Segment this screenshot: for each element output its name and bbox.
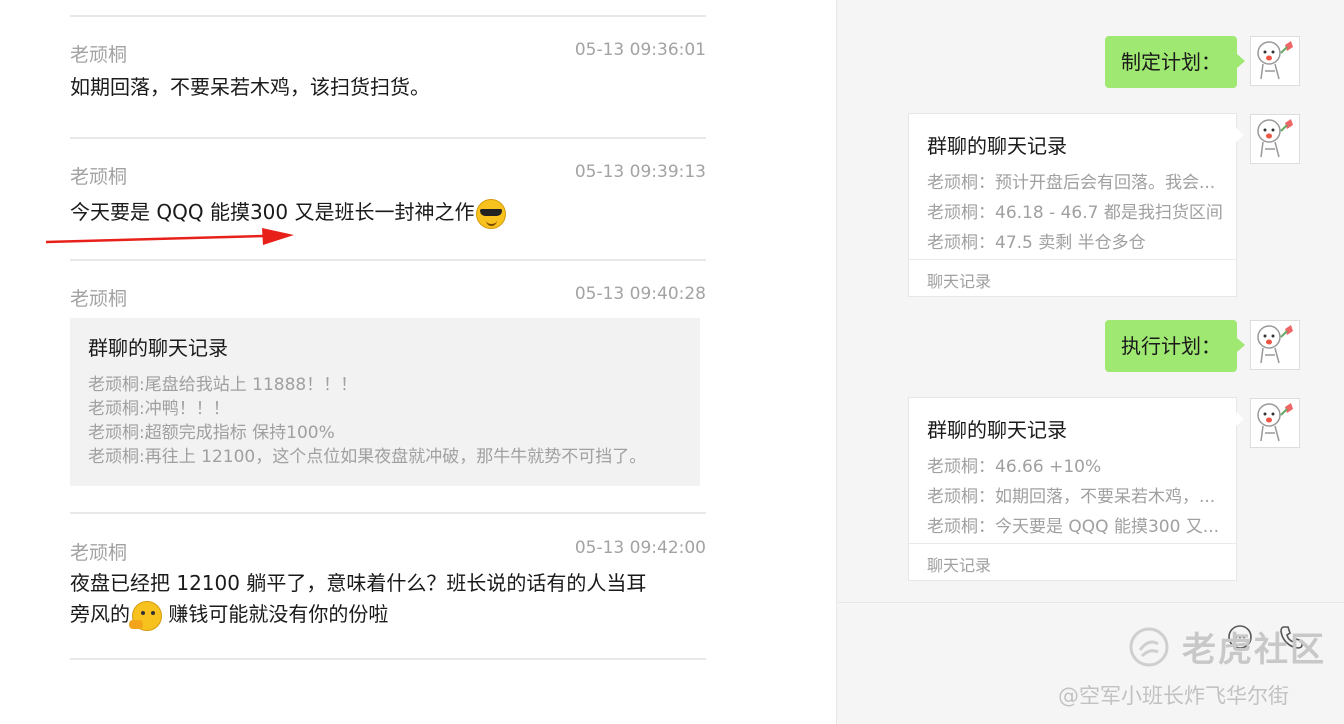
chat-bubble-execute[interactable]: 执行计划： xyxy=(1105,320,1245,372)
chat-history-panel: 老顽桐 05-13 09:36:01 如期回落，不要呆若木鸡，该扫货扫货。 老顽… xyxy=(0,0,836,724)
message-text: 赚钱可能就没有你的份啦 xyxy=(162,602,389,626)
forwarded-line: 老顽桐:冲鸭！！！ xyxy=(88,399,230,419)
message-item[interactable]: 老顽桐 05-13 09:42:00 夜盘已经把 12100 躺平了，意味着什么… xyxy=(70,538,706,638)
card-line: 老顽桐：如期回落，不要呆若木鸡，... xyxy=(927,487,1216,507)
sunglasses-emoji-icon xyxy=(476,198,507,229)
cartoon-avatar-icon xyxy=(1257,41,1293,80)
avatar[interactable] xyxy=(1250,398,1300,448)
message-time: 05-13 09:42:00 xyxy=(574,538,706,558)
card-line: 老顽桐：46.66 +10% xyxy=(927,457,1102,477)
watermark-brand: 老虎社区 xyxy=(1182,630,1326,670)
divider xyxy=(70,512,706,514)
message-item[interactable]: 老顽桐 05-13 09:36:01 如期回落，不要呆若木鸡，该扫货扫货。 xyxy=(70,40,706,110)
message-time: 05-13 09:39:13 xyxy=(574,162,706,182)
card-title: 群聊的聊天记录 xyxy=(927,418,1067,442)
forwarded-chat-record[interactable]: 群聊的聊天记录 老顽桐:尾盘给我站上 11888！！！ 老顽桐:冲鸭！！！ 老顽… xyxy=(70,318,700,486)
message-time: 05-13 09:40:28 xyxy=(574,284,706,304)
card-footer: 聊天记录 xyxy=(909,543,1236,580)
message-text: 夜盘已经把 12100 躺平了，意味着什么？班长说的话有的人当耳 xyxy=(70,571,647,595)
divider xyxy=(70,259,706,261)
forwarded-line: 老顽桐:再往上 12100，这个点位如果夜盘就冲破，那牛牛就势不可挡了。 xyxy=(88,447,647,467)
sender-name: 老顽桐 xyxy=(70,44,128,66)
message-text-row: 旁风的 赚钱可能就没有你的份啦 xyxy=(70,599,388,631)
forwarded-line: 老顽桐:超额完成指标 保持100% xyxy=(88,423,335,443)
divider xyxy=(70,15,706,17)
card-line: 老顽桐：46.18 - 46.7 都是我扫货区间 xyxy=(927,203,1223,223)
tiger-community-logo-icon xyxy=(1129,627,1169,667)
card-title: 群聊的聊天记录 xyxy=(927,134,1067,158)
card-line: 老顽桐：47.5 卖剩 半仓多仓 xyxy=(927,233,1146,253)
card-line: 老顽桐：今天要是 QQQ 能摸300 又... xyxy=(927,517,1220,537)
divider xyxy=(70,137,706,139)
card-footer: 聊天记录 xyxy=(909,259,1236,296)
divider xyxy=(70,658,706,660)
message-text: 如期回落，不要呆若木鸡，该扫货扫货。 xyxy=(70,75,430,99)
red-arrow-icon xyxy=(45,228,294,245)
avatar[interactable] xyxy=(1250,320,1300,370)
card-line: 老顽桐：预计开盘后会有回落。我会... xyxy=(927,173,1216,193)
cartoon-avatar-icon xyxy=(1257,119,1293,158)
sender-name: 老顽桐 xyxy=(70,288,128,310)
card-footer-label: 聊天记录 xyxy=(927,272,992,291)
input-area-divider xyxy=(838,602,1344,603)
card-footer-label: 聊天记录 xyxy=(927,556,992,575)
message-text-row: 今天要是 QQQ 能摸300 又是班长一封神之作 xyxy=(70,197,507,229)
message-item[interactable]: 老顽桐 05-13 09:40:28 xyxy=(70,284,706,314)
message-text: 今天要是 QQQ 能摸300 又是班长一封神之作 xyxy=(70,200,475,224)
chat-bubble-plan[interactable]: 制定计划： xyxy=(1105,36,1245,88)
message-text: 旁风的 xyxy=(70,602,130,626)
sender-name: 老顽桐 xyxy=(70,166,128,188)
thinking-emoji-icon xyxy=(129,600,162,631)
cartoon-avatar-icon xyxy=(1257,403,1293,442)
chat-record-card[interactable]: 群聊的聊天记录 老顽桐：预计开盘后会有回落。我会... 老顽桐：46.18 - … xyxy=(908,113,1244,297)
avatar[interactable] xyxy=(1250,36,1300,86)
chat-record-card[interactable]: 群聊的聊天记录 老顽桐：46.66 +10% 老顽桐：如期回落，不要呆若木鸡，.… xyxy=(908,397,1244,581)
sender-name: 老顽桐 xyxy=(70,542,128,564)
forwarded-title: 群聊的聊天记录 xyxy=(88,336,228,360)
message-time: 05-13 09:36:01 xyxy=(574,40,706,60)
avatar[interactable] xyxy=(1250,114,1300,164)
forwarded-line: 老顽桐:尾盘给我站上 11888！！！ xyxy=(88,375,358,395)
watermark-credit: @空军小班长炸飞华尔街 xyxy=(1058,684,1289,708)
cartoon-avatar-icon xyxy=(1257,325,1293,364)
